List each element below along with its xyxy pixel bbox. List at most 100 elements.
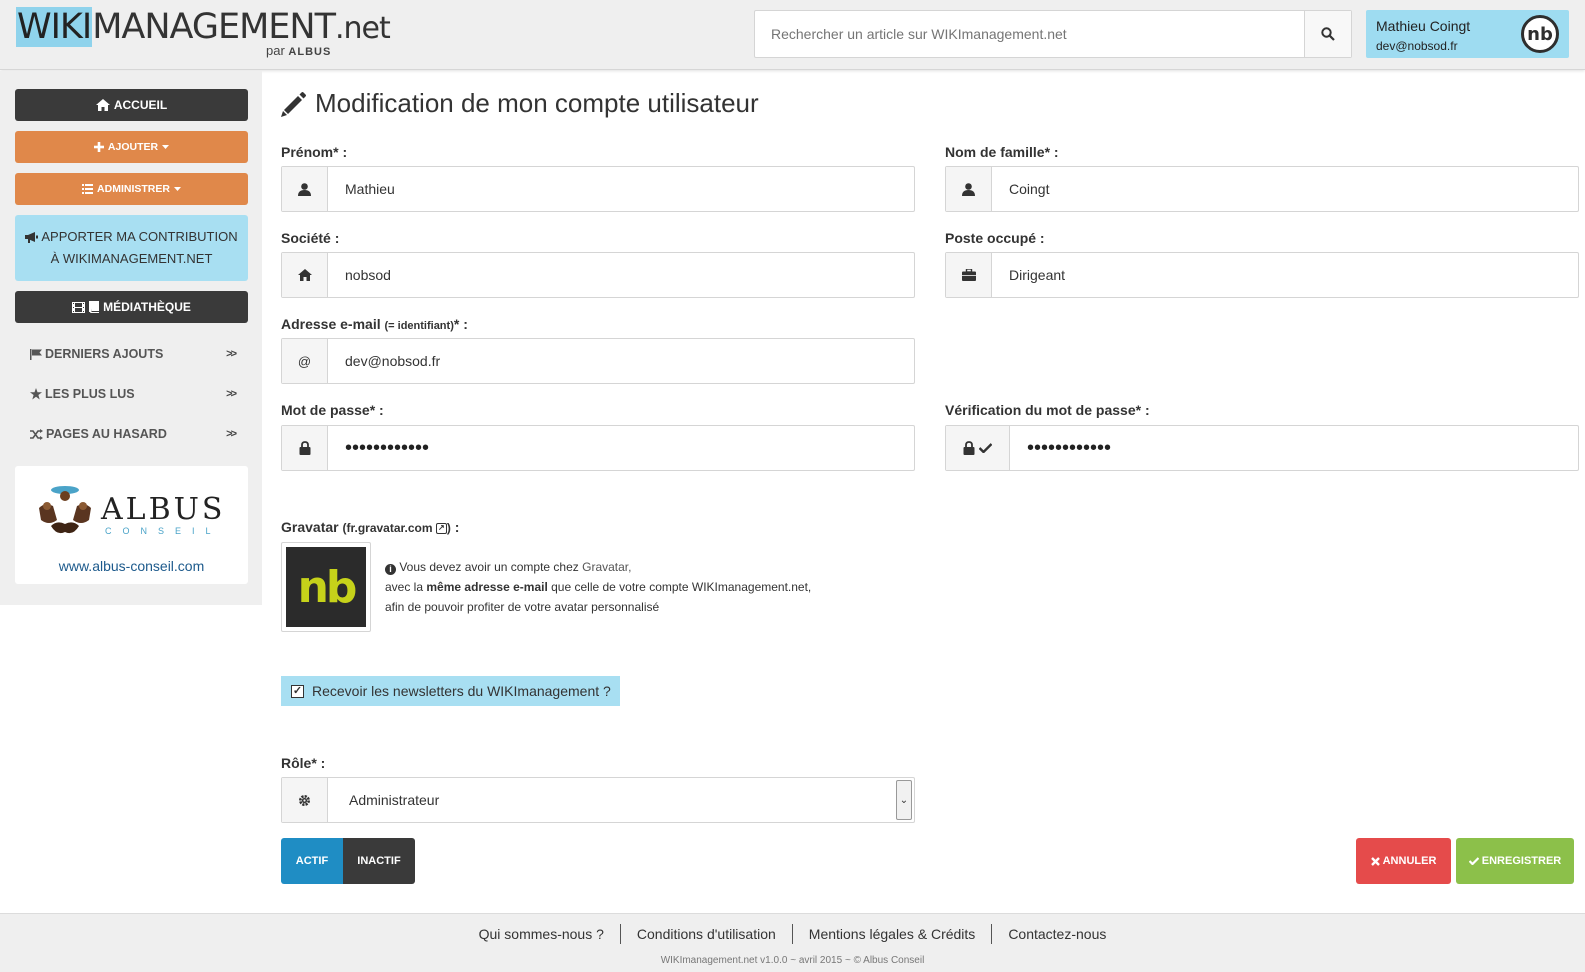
- search-button[interactable]: [1304, 11, 1351, 57]
- prenom-field[interactable]: Mathieu: [281, 166, 915, 212]
- search-input[interactable]: [755, 11, 1298, 57]
- email-field[interactable]: @ dev@nobsod.fr: [281, 338, 915, 384]
- sidebar-item-derniers-ajouts[interactable]: DERNIERS AJOUTS >>: [30, 347, 237, 361]
- user-account-box[interactable]: Mathieu Coingt dev@nobsod.fr nb: [1366, 10, 1569, 58]
- plus-icon: [93, 142, 104, 152]
- caret-down-icon: [162, 145, 170, 149]
- newsletter-label: Recevoir les newsletters du WIKImanageme…: [312, 683, 611, 699]
- footer-link-contact[interactable]: Contactez-nous: [992, 924, 1122, 944]
- site-logo[interactable]: WIKIMANAGEMENT.net par ALBUS: [16, 7, 391, 58]
- gear-icon: [299, 794, 310, 806]
- sidebar: ACCUEIL AJOUTER ADMINISTRER APPORTER MA …: [0, 71, 262, 605]
- page-title: Modification de mon compte utilisateur: [281, 88, 759, 119]
- book-icon: [89, 301, 100, 313]
- albus-name: ALBUS: [101, 492, 226, 527]
- lock-icon: [299, 441, 310, 455]
- nom-label: Nom de famille* :: [945, 144, 1059, 160]
- sidebar-mediatheque-button[interactable]: MÉDIATHÈQUE: [15, 291, 248, 323]
- user-email: dev@nobsod.fr: [1376, 39, 1458, 53]
- search-bar: [754, 10, 1352, 58]
- status-toggle: ACTIF INACTIF: [281, 838, 415, 884]
- poste-input[interactable]: Dirigeant: [992, 253, 1578, 297]
- film-icon: [72, 301, 86, 313]
- password-verif-label: Vérification du mot de passe* :: [945, 402, 1150, 418]
- search-icon: [1321, 27, 1335, 41]
- check-icon: [1468, 857, 1479, 865]
- password-verif-field[interactable]: ••••••••••••: [945, 425, 1579, 471]
- cancel-button[interactable]: ANNULER: [1356, 838, 1451, 884]
- nom-input[interactable]: Coingt: [992, 167, 1578, 211]
- info-icon: i: [385, 564, 396, 575]
- chevron-right-icon: >>: [226, 348, 237, 360]
- email-label: Adresse e-mail (= identifiant)* :: [281, 316, 468, 332]
- albus-website-link[interactable]: www.albus-conseil.com: [15, 558, 248, 574]
- caret-down-icon: [173, 187, 181, 191]
- avatar: nb: [1521, 15, 1559, 53]
- home-icon: [297, 269, 312, 281]
- home-icon: [95, 99, 110, 111]
- albus-sub: CONSEIL: [105, 526, 222, 536]
- poste-field[interactable]: Dirigeant: [945, 252, 1579, 298]
- gravatar-site-link[interactable]: fr.gravatar.com: [346, 521, 432, 535]
- chevron-right-icon: >>: [226, 388, 237, 400]
- sidebar-administrer-button[interactable]: ADMINISTRER: [15, 173, 248, 205]
- actif-button[interactable]: ACTIF: [281, 838, 343, 884]
- prenom-input[interactable]: Mathieu: [328, 167, 914, 211]
- newsletter-checkbox[interactable]: ✓: [291, 684, 304, 698]
- external-link-icon: ↗: [435, 523, 447, 535]
- password-verif-input[interactable]: ••••••••••••: [1010, 426, 1578, 470]
- poste-label: Poste occupé :: [945, 230, 1045, 246]
- footer-copyright: WIKImanagement.net v1.0.0 ~ avril 2015 ~…: [660, 955, 925, 966]
- gravatar-help-text: i Vous devez avoir un compte chez Gravat…: [385, 560, 812, 614]
- albus-ad-box: ALBUS CONSEIL www.albus-conseil.com: [15, 466, 248, 584]
- nom-field[interactable]: Coingt: [945, 166, 1579, 212]
- top-header: WIKIMANAGEMENT.net par ALBUS Mathieu Coi…: [0, 0, 1585, 70]
- prenom-label: Prénom* :: [281, 144, 348, 160]
- star-icon: [30, 388, 42, 400]
- save-button[interactable]: ENREGISTRER: [1456, 838, 1574, 884]
- sidebar-ajouter-button[interactable]: AJOUTER: [15, 131, 248, 163]
- sidebar-contribution-button[interactable]: APPORTER MA CONTRIBUTION À WIKIMANAGEMEN…: [15, 215, 248, 281]
- password-label: Mot de passe* :: [281, 402, 384, 418]
- gravatar-label: Gravatar (fr.gravatar.com ↗) :: [281, 519, 460, 535]
- flag-icon: [30, 348, 42, 360]
- newsletter-checkbox-row[interactable]: ✓ Recevoir les newsletters du WIKImanage…: [281, 676, 620, 706]
- role-value: Administrateur: [349, 792, 440, 808]
- lock-icon: [963, 441, 975, 455]
- at-icon: @: [282, 339, 328, 383]
- footer-link-conditions[interactable]: Conditions d'utilisation: [621, 924, 793, 944]
- logo-text: WIKIMANAGEMENT.net: [16, 7, 391, 47]
- footer-link-qui-sommes-nous[interactable]: Qui sommes-nous ?: [463, 924, 621, 944]
- password-field[interactable]: ••••••••••••: [281, 425, 915, 471]
- briefcase-icon: [961, 269, 976, 281]
- footer-links: Qui sommes-nous ? Conditions d'utilisati…: [0, 924, 1585, 944]
- password-input[interactable]: ••••••••••••: [328, 426, 914, 470]
- inactif-button[interactable]: INACTIF: [343, 838, 415, 884]
- user-icon: [962, 182, 975, 196]
- footer-link-mentions[interactable]: Mentions légales & Crédits: [793, 924, 993, 944]
- email-input[interactable]: dev@nobsod.fr: [328, 339, 914, 383]
- contribution-line1: APPORTER MA CONTRIBUTION: [25, 226, 238, 248]
- societe-field[interactable]: nobsod: [281, 252, 915, 298]
- gravatar-link[interactable]: Gravatar,: [582, 560, 631, 574]
- sidebar-item-les-plus-lus[interactable]: LES PLUS LUS >>: [30, 387, 237, 401]
- role-select[interactable]: Administrateur ⌄: [281, 777, 915, 823]
- user-name: Mathieu Coingt: [1376, 18, 1471, 34]
- sidebar-item-pages-au-hasard[interactable]: PAGES AU HASARD >>: [30, 427, 237, 441]
- albus-logo[interactable]: ALBUS CONSEIL: [35, 480, 235, 540]
- bullhorn-icon: [25, 231, 39, 243]
- sidebar-accueil-button[interactable]: ACCUEIL: [15, 89, 248, 121]
- chevron-right-icon: >>: [226, 428, 237, 440]
- gravatar-avatar: nb: [286, 547, 366, 627]
- societe-label: Société :: [281, 230, 340, 246]
- societe-input[interactable]: nobsod: [328, 253, 914, 297]
- chevron-down-icon[interactable]: ⌄: [896, 780, 912, 820]
- albus-figures-icon: [39, 486, 91, 534]
- close-icon: [1370, 856, 1380, 866]
- logo-subtitle: par ALBUS: [266, 43, 332, 58]
- list-icon: [82, 184, 94, 194]
- check-icon: [979, 443, 992, 453]
- pencil-icon: [281, 91, 306, 117]
- user-icon: [298, 182, 311, 196]
- shuffle-icon: [30, 428, 43, 440]
